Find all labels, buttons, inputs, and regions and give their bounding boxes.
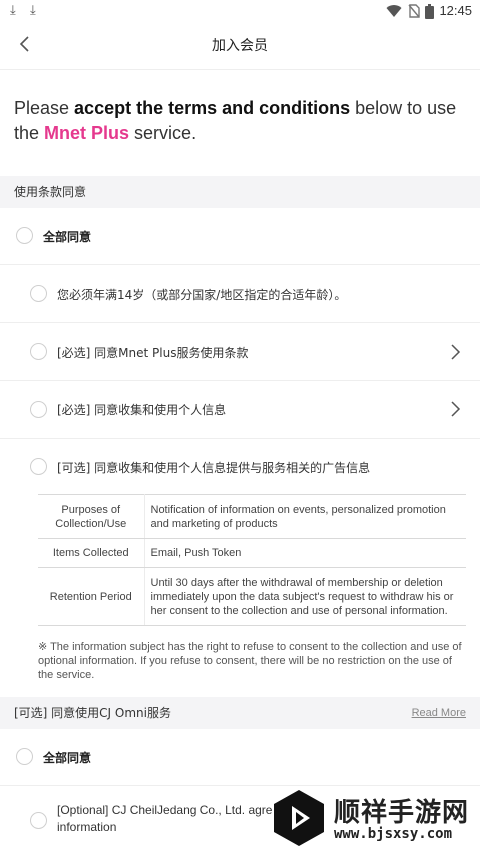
- chevron-right-icon[interactable]: [448, 400, 462, 418]
- omni-agree-all-row[interactable]: 全部同意: [0, 729, 480, 786]
- read-more-link[interactable]: Read More: [412, 697, 466, 729]
- download-icon: ⤓: [10, 3, 16, 18]
- terms-radio[interactable]: [30, 401, 47, 418]
- omni-item-label: [Optional] CJ CheilJedang Co., Ltd. agre: [57, 803, 273, 817]
- table-value: Notification of information on events, p…: [144, 494, 466, 539]
- watermark-url: www.bjsxsy.com: [334, 826, 453, 842]
- terms-item-age[interactable]: 您必须年满14岁（或部分国家/地区指定的合适年龄）。: [0, 265, 480, 323]
- clock: 12:45: [439, 3, 472, 18]
- status-bar: ⤓ ⤓ 12:45: [0, 0, 480, 24]
- table-key: Purposes of Collection/Use: [38, 494, 145, 539]
- agree-all-row[interactable]: 全部同意: [0, 208, 480, 265]
- app-bar: 加入会员: [0, 24, 480, 70]
- omni-agree-all-label: 全部同意: [43, 751, 92, 765]
- info-table: Purposes of Collection/Use Notification …: [38, 494, 466, 626]
- watermark-logo-icon: [274, 790, 324, 846]
- intro-bold: accept the terms and conditions: [74, 98, 351, 118]
- no-sim-icon: [408, 4, 420, 18]
- intro-part-1: Please: [14, 98, 75, 118]
- wifi-icon: [386, 5, 402, 18]
- terms-section-header: 使用条款同意: [0, 176, 480, 208]
- omni-section-title: [可选] 同意使用CJ Omni服务: [14, 706, 171, 720]
- intro-part-3: service.: [129, 123, 197, 143]
- intro-text: Please accept the terms and conditions b…: [14, 96, 469, 146]
- consent-note: ※ The information subject has the right …: [38, 641, 462, 681]
- terms-radio[interactable]: [30, 812, 47, 829]
- terms-item-label: [必选] 同意收集和使用个人信息: [57, 403, 227, 417]
- table-key: Items Collected: [38, 538, 145, 568]
- omni-section-header: [可选] 同意使用CJ Omni服务 Read More: [0, 697, 480, 729]
- terms-radio[interactable]: [30, 343, 47, 360]
- terms-item-label: [可选] 同意收集和使用个人信息提供与服务相关的广告信息: [57, 461, 371, 475]
- chevron-right-icon[interactable]: [448, 343, 462, 361]
- agree-all-radio[interactable]: [16, 227, 33, 244]
- omni-item-label-2: information: [57, 820, 117, 834]
- brand-name: Mnet Plus: [44, 123, 130, 143]
- agree-all-label: 全部同意: [43, 230, 92, 244]
- terms-radio[interactable]: [30, 458, 47, 475]
- download-icon: ⤓: [30, 3, 36, 18]
- terms-item-privacy[interactable]: [必选] 同意收集和使用个人信息: [0, 381, 480, 439]
- terms-item-label: [必选] 同意Mnet Plus服务使用条款: [57, 346, 249, 360]
- table-value: Email, Push Token: [144, 538, 466, 568]
- terms-item-service[interactable]: [必选] 同意Mnet Plus服务使用条款: [0, 323, 480, 381]
- table-row: Purposes of Collection/Use Notification …: [38, 494, 466, 539]
- watermark-title: 顺祥手游网: [334, 798, 470, 828]
- page-title: 加入会员: [212, 38, 268, 54]
- table-value: Until 30 days after the withdrawal of me…: [144, 567, 466, 626]
- table-key: Retention Period: [38, 567, 145, 626]
- omni-agree-all-radio[interactable]: [16, 748, 33, 765]
- terms-radio[interactable]: [30, 285, 47, 302]
- watermark: 顺祥手游网 www.bjsxsy.com: [270, 786, 480, 854]
- table-row: Retention Period Until 30 days after the…: [38, 567, 466, 626]
- table-row: Items Collected Email, Push Token: [38, 538, 466, 568]
- terms-item-label: 您必须年满14岁（或部分国家/地区指定的合适年龄）。: [57, 288, 347, 302]
- battery-icon: [425, 4, 434, 19]
